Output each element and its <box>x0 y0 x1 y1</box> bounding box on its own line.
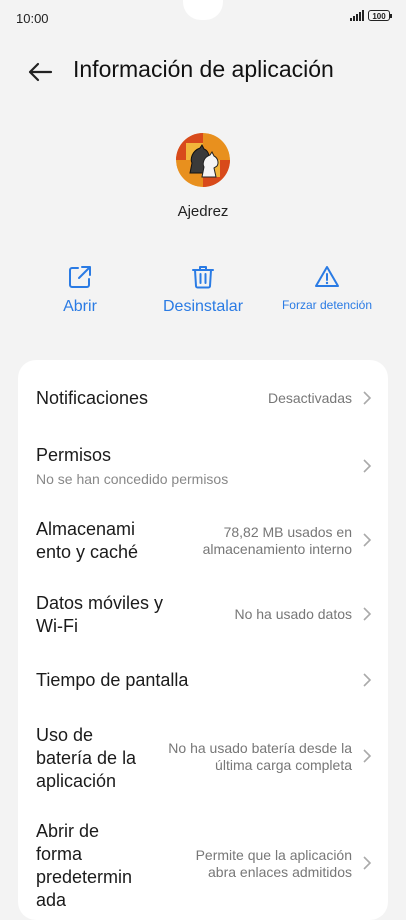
setting-label-line: forma <box>36 844 83 864</box>
setting-battery[interactable]: Uso de batería de la aplicación No ha us… <box>18 722 388 796</box>
camera-notch <box>183 0 223 20</box>
setting-value: No ha usado batería desde la última carg… <box>168 740 352 774</box>
setting-label-line: Almacenami <box>36 519 136 539</box>
chevron-right-icon <box>363 749 372 763</box>
open-external-icon <box>69 266 91 288</box>
status-time: 10:00 <box>16 11 49 26</box>
setting-label-line: Datos móviles y <box>36 593 164 613</box>
setting-subtitle: No se han concedido permisos <box>36 471 229 487</box>
uninstall-button[interactable]: Desinstalar <box>160 264 246 316</box>
app-bar: Información de aplicación <box>0 48 406 96</box>
setting-label: Almacenami ento y caché <box>36 518 138 564</box>
back-arrow-icon[interactable] <box>26 58 54 86</box>
setting-value: Desactivadas <box>267 390 352 406</box>
setting-label-line: batería de la <box>36 748 137 768</box>
app-name: Ajedrez <box>177 203 229 220</box>
setting-value-line: abra enlaces admitidos <box>208 864 352 880</box>
setting-label-line: Wi-Fi <box>36 616 78 636</box>
setting-value: Permite que la aplicación abra enlaces a… <box>196 847 352 881</box>
chevron-right-icon <box>363 391 372 405</box>
status-icons: 100 <box>350 10 392 21</box>
setting-label-line: predetermin <box>36 867 133 887</box>
setting-value-line: almacenamiento interno <box>202 541 352 557</box>
open-label: Abrir <box>63 298 97 315</box>
setting-label-line: aplicación <box>36 771 117 791</box>
chevron-right-icon <box>363 673 372 687</box>
open-button[interactable]: Abrir <box>54 264 106 316</box>
signal-icon <box>350 10 364 21</box>
trash-icon <box>192 266 214 289</box>
battery-icon: 100 <box>368 10 392 21</box>
chevron-right-icon <box>363 856 372 870</box>
chevron-right-icon <box>363 607 372 621</box>
page-title: Información de aplicación <box>73 56 334 82</box>
setting-label-line: ento y caché <box>36 542 139 562</box>
setting-label: Abrir de forma predetermin ada <box>36 820 132 912</box>
setting-label-line: Abrir de <box>36 821 100 841</box>
setting-label-line: ada <box>36 890 67 910</box>
force-stop-button[interactable]: Forzar detención <box>278 264 376 312</box>
setting-label-line: Uso de <box>36 725 94 745</box>
chevron-right-icon <box>363 459 372 473</box>
settings-card: Notificaciones Desactivadas Permisos No … <box>18 360 388 920</box>
app-icon <box>176 133 230 187</box>
setting-value: No ha usado datos <box>234 606 352 622</box>
setting-storage[interactable]: Almacenami ento y caché 78,82 MB usados … <box>18 510 388 574</box>
setting-label: Uso de batería de la aplicación <box>36 724 136 793</box>
setting-value: 78,82 MB usados en almacenamiento intern… <box>203 524 352 558</box>
force-stop-label: Forzar detención <box>281 298 373 312</box>
setting-screen-time[interactable]: Tiempo de pantalla <box>18 660 388 702</box>
setting-open-by-default[interactable]: Abrir de forma predetermin ada Permite q… <box>18 820 388 920</box>
warning-icon <box>315 266 339 287</box>
setting-value-line: Permite que la aplicación <box>195 847 352 863</box>
setting-label: Datos móviles y Wi-Fi <box>36 592 163 638</box>
setting-notifications[interactable]: Notificaciones Desactivadas <box>18 374 388 422</box>
setting-value-line: última carga completa <box>215 757 352 773</box>
setting-mobile-data[interactable]: Datos móviles y Wi-Fi No ha usado datos <box>18 584 388 648</box>
setting-permissions[interactable]: Permisos No se han concedido permisos <box>18 436 388 498</box>
chevron-right-icon <box>363 533 372 547</box>
setting-value-line: 78,82 MB usados en <box>223 524 352 540</box>
chess-knight-icon <box>176 133 230 187</box>
setting-value-line: No ha usado batería desde la <box>168 740 352 756</box>
status-bar: 10:00 100 <box>0 0 406 34</box>
setting-label: Tiempo de pantalla <box>36 670 189 690</box>
setting-label: Notificaciones <box>36 388 149 408</box>
uninstall-label: Desinstalar <box>162 298 244 315</box>
setting-label: Permisos <box>36 445 112 465</box>
